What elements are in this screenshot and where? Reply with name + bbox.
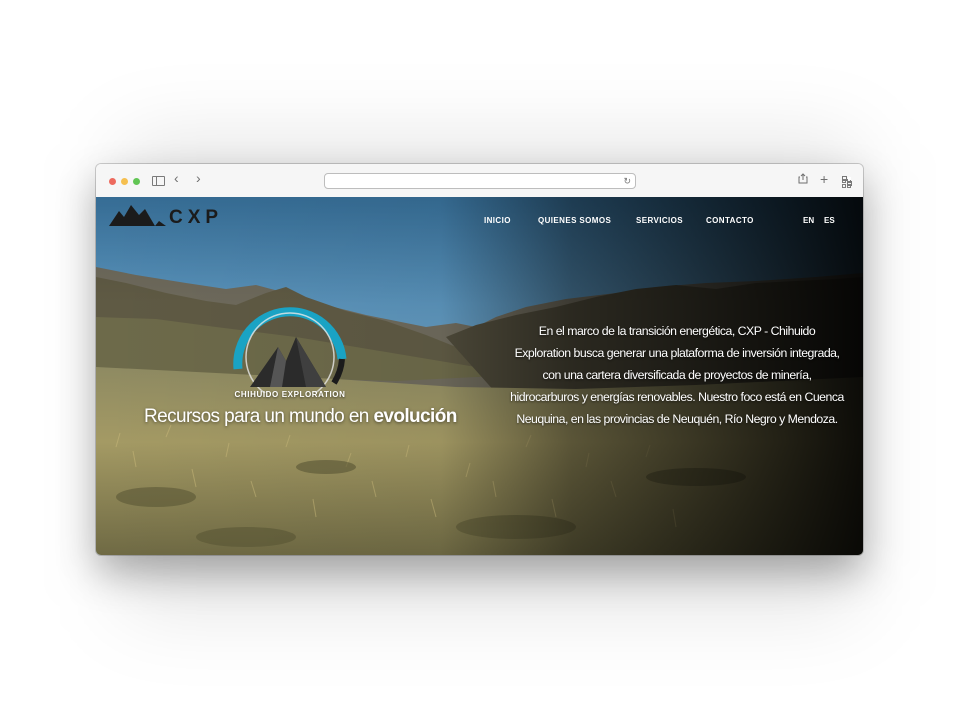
browser-window: ‹ › ↻ + CXP INICIO QUIENES SOMOS SERVICI… [96,164,863,555]
hero-description: En el marco de la transición energética,… [510,324,844,426]
emblem-label: CHIHUIDO EXPLORATION [234,390,346,399]
new-tab-icon[interactable]: + [820,171,828,187]
tagline-prefix: Recursos para un mundo en [144,406,374,427]
nav-link-servicios[interactable]: SERVICIOS [636,216,683,225]
back-icon[interactable]: ‹ [174,170,179,186]
hero-section: CXP INICIO QUIENES SOMOS SERVICIOS CONTA… [96,197,863,555]
address-bar[interactable]: ↻ [324,173,636,189]
tab-overview-icon[interactable] [842,176,852,188]
share-icon[interactable] [798,173,808,189]
nav-link-contacto[interactable]: CONTACTO [706,216,754,225]
tagline-emphasis: evolución [373,406,457,427]
nav-link-quienes-somos[interactable]: QUIENES SOMOS [538,216,611,225]
nav-link-inicio[interactable]: INICIO [484,216,511,225]
forward-icon[interactable]: › [196,170,201,186]
minimize-window-button[interactable] [121,178,128,185]
language-en-link[interactable]: EN [803,216,814,225]
chihuido-exploration-emblem-icon [233,307,347,393]
cxp-logo-mountains-icon[interactable] [109,203,169,227]
hero-tagline: Recursos para un mundo en evolución [144,406,464,428]
browser-toolbar: ‹ › ↻ + [96,164,863,198]
brand-logo-text[interactable]: CXP [169,207,223,229]
zoom-window-button[interactable] [133,178,140,185]
close-window-button[interactable] [109,178,116,185]
sidebar-icon[interactable] [152,176,165,186]
reload-icon[interactable]: ↻ [623,174,631,188]
language-es-link[interactable]: ES [824,216,835,225]
